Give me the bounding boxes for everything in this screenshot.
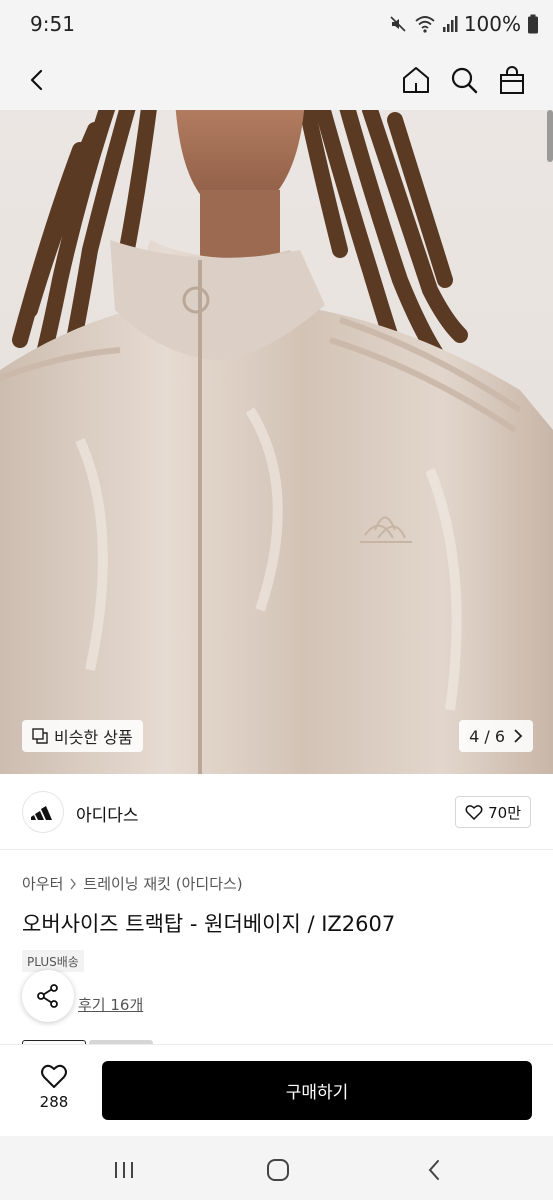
brand-name[interactable]: 아디다스: [76, 801, 139, 826]
status-time: 9:51: [30, 12, 75, 36]
product-photo: [0, 110, 553, 774]
similar-items-icon: [32, 728, 48, 744]
review-link[interactable]: 후기 16개: [78, 994, 143, 1015]
battery-percent: 100%: [463, 12, 521, 36]
top-navigation: [0, 50, 553, 110]
hero-scrollbar[interactable]: [547, 110, 553, 162]
back-button[interactable]: [18, 60, 58, 100]
brand-logo[interactable]: [22, 791, 64, 833]
home-button[interactable]: [396, 60, 436, 100]
chevron-right-icon: [514, 729, 523, 743]
battery-icon: [528, 14, 538, 34]
wifi-icon: [415, 16, 435, 33]
shipping-tag: PLUS배송: [22, 950, 84, 972]
mute-icon: [390, 16, 406, 32]
breadcrumb: 아우터 트레이닝 재킷 (아디다스): [22, 873, 243, 894]
signal-icon: [442, 16, 458, 32]
back-arrow-icon: [428, 1160, 439, 1180]
adidas-logo-icon: [31, 806, 52, 820]
breadcrumb-subcategory[interactable]: 트레이닝 재킷 (아디다스): [83, 873, 242, 894]
buy-button[interactable]: 구매하기: [102, 1061, 532, 1120]
home-nav-button[interactable]: [258, 1154, 298, 1186]
share-button[interactable]: [22, 970, 74, 1022]
status-bar: 9:51 100%: [0, 0, 553, 50]
cart-button[interactable]: [492, 60, 532, 100]
purchase-bar: 288 구매하기: [0, 1044, 553, 1136]
similar-items-label: 비슷한 상품: [54, 728, 133, 747]
heart-icon: [41, 1064, 67, 1088]
product-image-carousel[interactable]: 비슷한 상품 4 / 6: [0, 110, 553, 774]
shopping-bag-icon: [500, 66, 524, 94]
breadcrumb-category[interactable]: 아우터: [22, 873, 63, 894]
image-page-counter[interactable]: 4 / 6: [459, 720, 533, 752]
share-icon: [37, 984, 58, 1008]
search-icon: [451, 67, 478, 94]
recent-apps-icon: [115, 1162, 133, 1178]
system-navigation-bar: [0, 1136, 553, 1200]
brand-like-button[interactable]: 70만: [455, 796, 531, 828]
brand-row: 아디다스 70만: [0, 774, 553, 850]
search-button[interactable]: [444, 60, 484, 100]
product-title: 오버사이즈 트랙탑 - 원더베이지 / IZ2607: [22, 912, 396, 936]
home-icon: [403, 67, 429, 93]
heart-icon: [465, 805, 483, 820]
page-counter-text: 4 / 6: [469, 726, 505, 746]
brand-like-count: 70만: [488, 803, 521, 822]
recent-apps-button[interactable]: [104, 1154, 144, 1186]
wishlist-button[interactable]: 288: [22, 1063, 86, 1119]
chevron-right-icon: [70, 878, 77, 889]
back-nav-button[interactable]: [414, 1154, 454, 1186]
home-circle-icon: [267, 1159, 289, 1181]
chevron-left-icon: [30, 69, 43, 91]
status-icons: 100%: [388, 12, 539, 36]
wishlist-count: 288: [39, 1093, 69, 1111]
similar-items-button[interactable]: 비슷한 상품: [22, 720, 143, 752]
